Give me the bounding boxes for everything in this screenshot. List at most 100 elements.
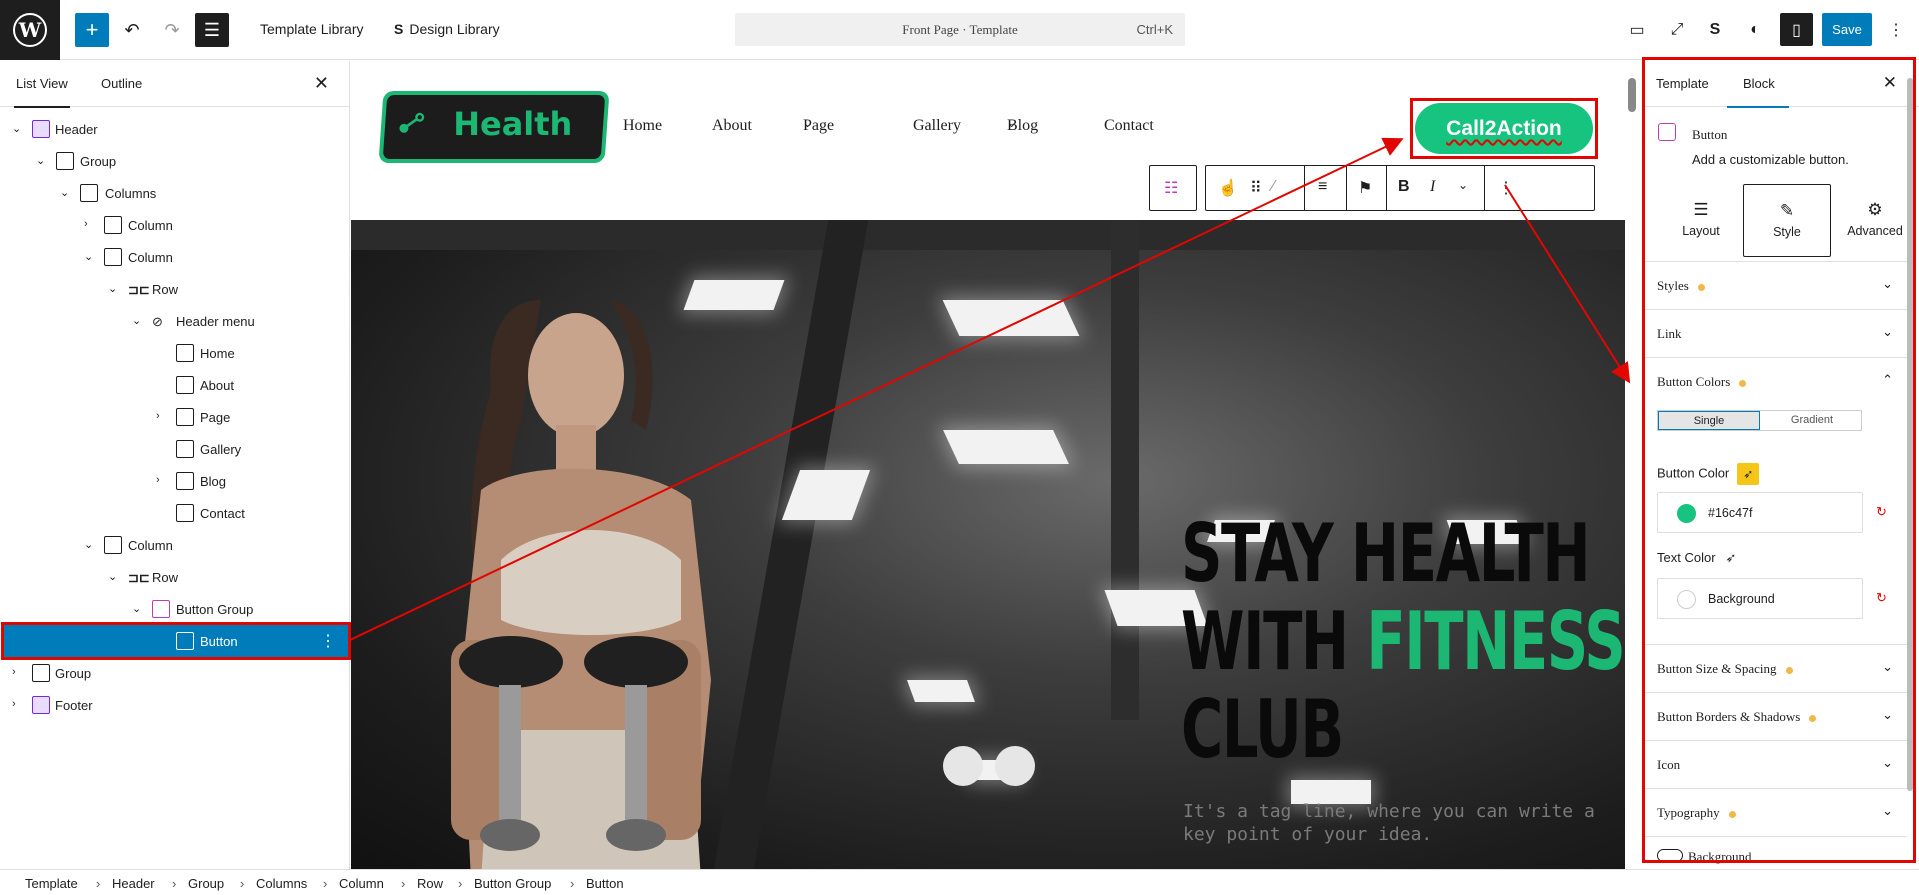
breadcrumb-row[interactable]: Row [417,876,443,891]
section-typography[interactable]: Typography ⌄ [1642,788,1907,836]
slider-dot[interactable] [943,746,983,786]
template-library-link[interactable]: Template Library [260,21,364,37]
styles-button[interactable]: ◐ [1741,16,1769,44]
section-icon[interactable]: Icon ⌄ [1642,740,1907,788]
block-inserter-button[interactable]: + [75,13,109,47]
site-header[interactable]: ⊷ Health Home About Page ⌄ Gallery Blog … [351,61,1625,220]
undo-button[interactable]: ↶ [115,13,149,47]
hero-headline[interactable]: STAY HEALTH WITH FITNESS CLUB [1181,510,1625,774]
hero-section[interactable]: STAY HEALTH WITH FITNESS CLUB It's a tag… [351,220,1625,869]
tree-node-button-group[interactable]: ⌄ Button Group [4,593,348,625]
flag-icon[interactable]: ⚑ [1358,178,1372,198]
redo-button[interactable]: ↷ [155,13,189,47]
tree-node-row[interactable]: ⌄ ⊐⊏ Row [4,273,348,305]
breadcrumb-button-group[interactable]: Button Group [474,876,551,891]
tab-outline[interactable]: Outline [101,76,142,91]
editor-canvas[interactable]: ⊷ Health Home About Page ⌄ Gallery Blog … [351,61,1625,869]
save-button[interactable]: Save [1822,13,1872,46]
tree-node-home[interactable]: Home [4,337,348,369]
close-icon[interactable]: ✕ [314,73,329,94]
breadcrumb-header[interactable]: Header [112,876,155,891]
color-mode-single[interactable]: Single [1658,411,1760,430]
tab-advanced[interactable]: ⚙ Advanced [1831,184,1919,257]
tree-node-column[interactable]: › Column [4,209,348,241]
tab-layout[interactable]: ☰ Layout [1657,184,1745,257]
chevron-down-icon[interactable]: ⌄ [132,602,144,615]
cursor-icon[interactable]: ➶ [1726,550,1737,565]
text-color-field[interactable]: Background [1657,578,1863,619]
breadcrumb-button[interactable]: Button [586,876,624,891]
tree-node-columns[interactable]: ⌄ Columns [4,177,348,209]
chevron-down-icon[interactable]: ⌄ [36,154,48,167]
chevron-down-icon[interactable]: ⌄ [108,282,120,295]
canvas-scrollbar[interactable] [1628,78,1636,112]
slider-dot[interactable] [995,746,1035,786]
chevron-right-icon[interactable]: › [12,698,24,710]
cursor-icon[interactable]: ➶ [1737,463,1760,485]
design-library-link[interactable]: S Design Library [394,21,500,37]
close-icon[interactable]: ✕ [1883,73,1897,93]
tree-node-row[interactable]: ⌄ ⊐⊏ Row [4,561,348,593]
tree-node-gallery[interactable]: Gallery [4,433,348,465]
more-vertical-icon[interactable]: ⋮ [320,631,336,651]
stackable-settings-button[interactable]: S [1701,16,1729,44]
section-background[interactable]: Background [1642,836,1907,869]
tree-node-blog[interactable]: › Blog [4,465,348,497]
chevron-down-icon[interactable]: ⌄ [84,250,96,263]
chevron-right-icon[interactable]: › [156,410,168,422]
tree-node-button[interactable]: Button ⋮ [1,622,351,660]
button-icon[interactable]: ☝ [1218,178,1238,198]
chevron-down-icon[interactable]: ⌄ [12,122,24,135]
chevron-down-icon[interactable]: ⌄ [132,314,144,327]
tree-node-footer[interactable]: › Footer [4,689,348,721]
color-mode-gradient[interactable]: Gradient [1761,411,1863,430]
breadcrumb-column[interactable]: Column [339,876,384,891]
bold-icon[interactable]: B [1398,178,1410,196]
italic-icon[interactable]: I [1430,178,1435,196]
reset-icon[interactable]: ↻ [1876,504,1887,520]
tab-list-view[interactable]: List View [14,76,70,108]
tree-node-column[interactable]: ⌄ Column [4,529,348,561]
document-overview-button[interactable]: ☰ [195,13,229,47]
select-parent-button[interactable]: ☷ [1149,165,1197,211]
menu-item-home[interactable]: Home [623,117,662,135]
section-link[interactable]: Link ⌄ [1642,309,1907,357]
toggle-switch[interactable] [1657,849,1683,862]
reset-icon[interactable]: ↻ [1876,590,1887,606]
menu-item-gallery[interactable]: Gallery [913,117,961,135]
menu-item-contact[interactable]: Contact [1104,117,1154,135]
move-icon[interactable]: ⁄ [1272,178,1275,196]
chevron-right-icon[interactable]: › [84,218,96,230]
chevron-down-icon[interactable]: ⌄ [84,538,96,551]
command-palette-bar[interactable]: Front Page · Template Ctrl+K [735,13,1185,46]
fullscreen-button[interactable]: ⤢ [1663,16,1691,44]
breadcrumb-columns[interactable]: Columns [256,876,307,891]
section-styles[interactable]: Styles ⌄ [1642,261,1907,309]
more-vertical-icon[interactable]: ⋮ [1498,178,1514,198]
tree-node-contact[interactable]: Contact [4,497,348,529]
device-preview-button[interactable]: ▭ [1623,16,1651,44]
chevron-right-icon[interactable]: › [12,666,24,678]
tree-node-header-menu[interactable]: ⌄ ⊘ Header menu [4,305,348,337]
align-icon[interactable]: ≡ [1318,178,1327,196]
settings-scrollbar[interactable] [1907,78,1913,791]
section-button-borders-shadows[interactable]: Button Borders & Shadows ⌄ [1642,692,1907,740]
tree-node-group[interactable]: ⌄ Group [4,145,348,177]
hero-tagline[interactable]: It's a tag line, where you can write a k… [1183,800,1623,846]
chevron-down-icon[interactable]: ⌄ [1458,178,1468,192]
tree-node-about[interactable]: About [4,369,348,401]
button-color-field[interactable]: #16c47f [1657,492,1863,533]
breadcrumb-template[interactable]: Template [25,876,78,891]
chevron-down-icon[interactable]: ⌄ [108,570,120,583]
slider-dots[interactable] [943,746,1047,789]
tree-node-column[interactable]: ⌄ Column [4,241,348,273]
tree-node-page[interactable]: › Page [4,401,348,433]
section-button-size-spacing[interactable]: Button Size & Spacing ⌄ [1642,644,1907,692]
menu-item-about[interactable]: About [712,117,752,135]
wordpress-logo[interactable]: W [0,0,60,60]
chevron-down-icon[interactable]: ⌄ [60,186,72,199]
options-menu-button[interactable]: ⋮ [1882,16,1910,44]
settings-sidebar-button[interactable]: ▯ [1780,13,1813,46]
site-logo[interactable]: ⊷ Health [378,91,610,163]
call-to-action-button[interactable]: Call2Action [1415,103,1593,154]
